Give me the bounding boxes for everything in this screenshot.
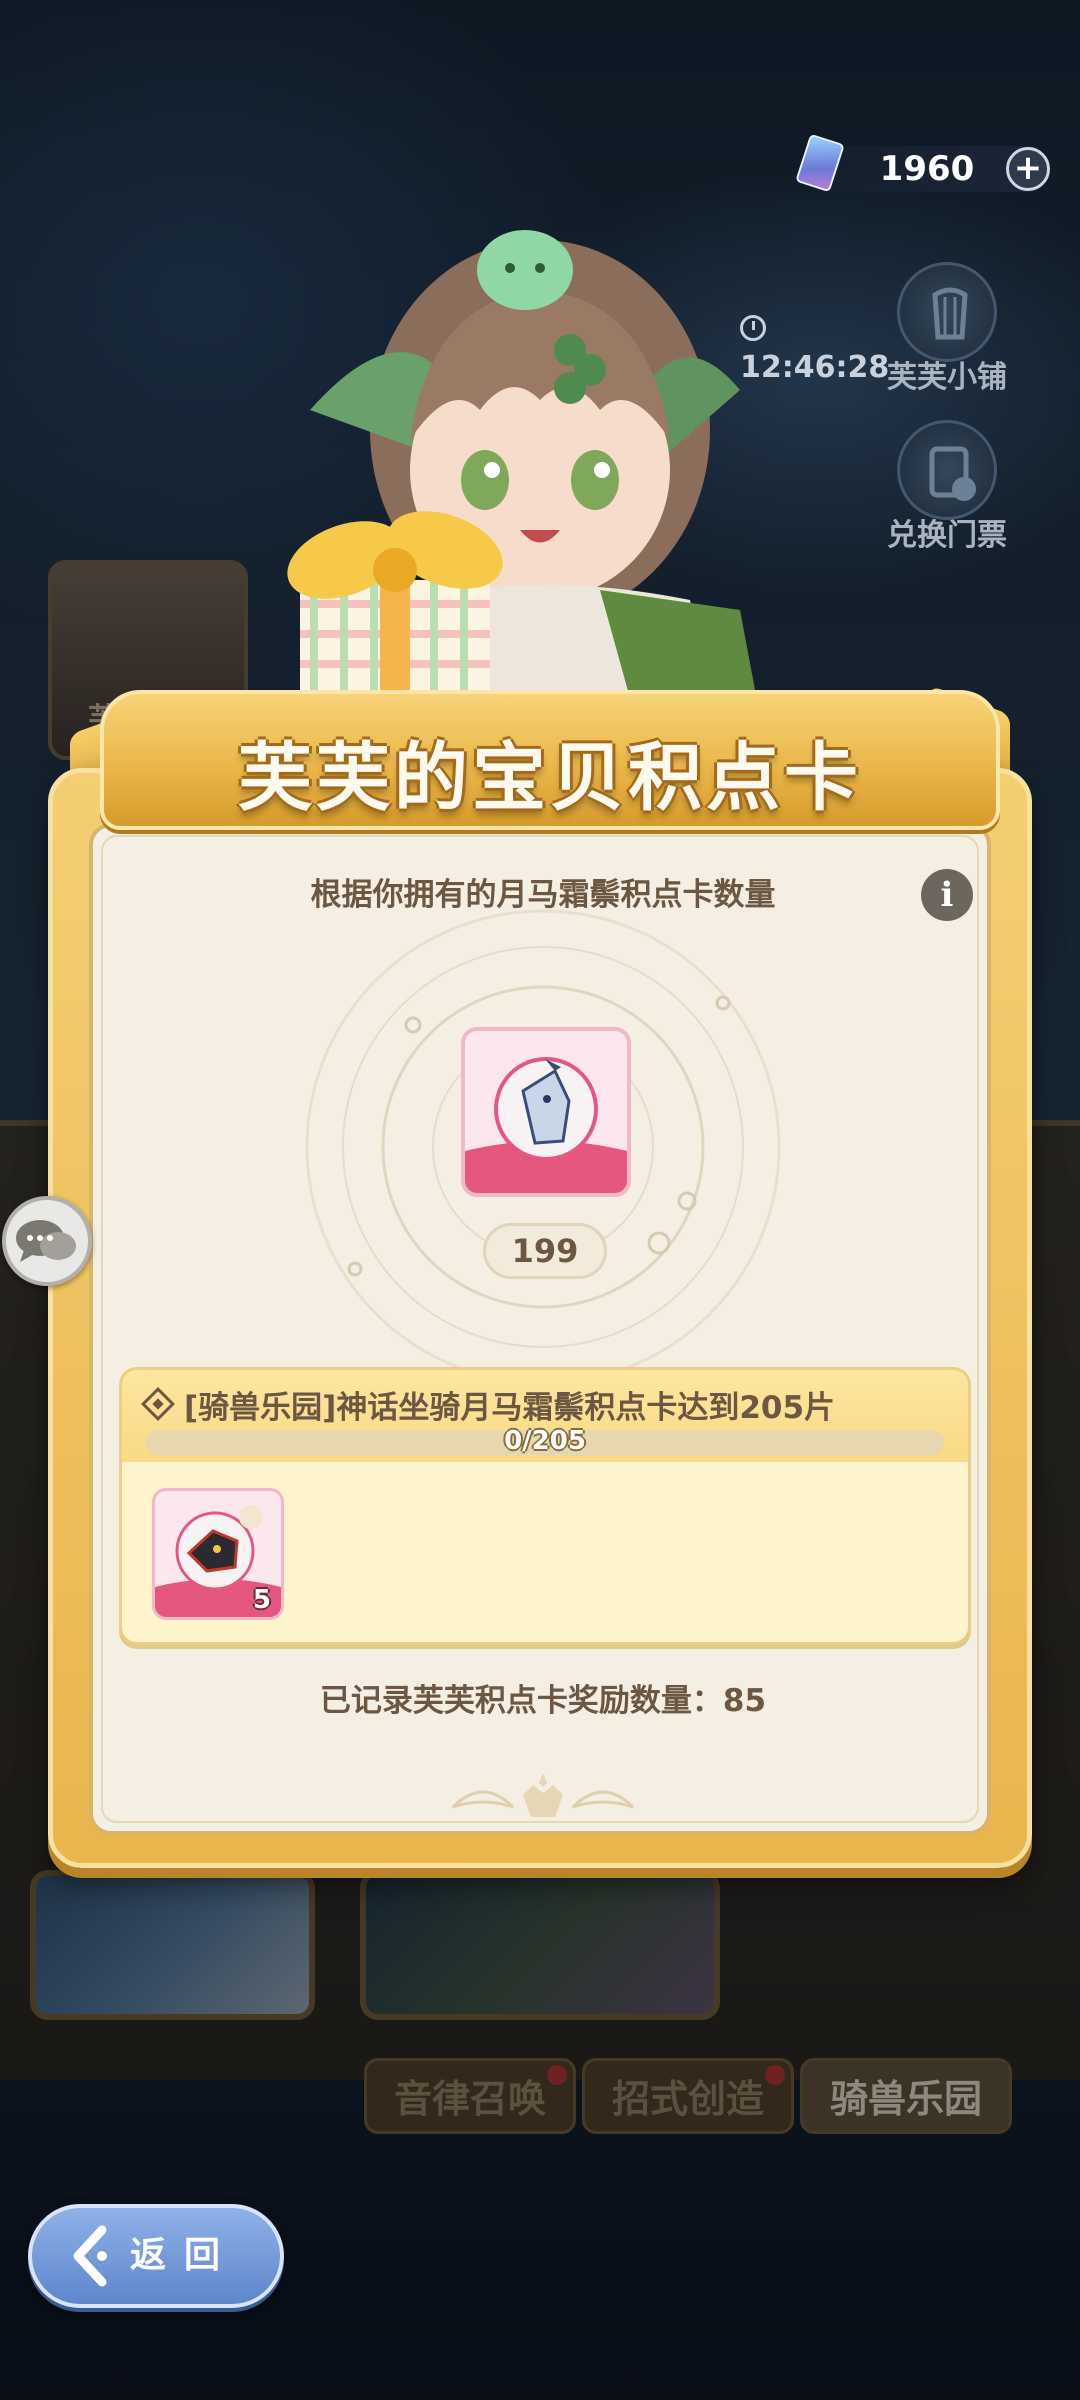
reward-count: 5 — [252, 1585, 271, 1615]
bottom-ornament — [451, 1773, 635, 1817]
info-icon[interactable]: i — [921, 869, 973, 921]
task-header: [骑兽乐园]神话坐骑月马霜鬃积点卡达到205片 0/205 — [122, 1370, 968, 1462]
task-panel: [骑兽乐园]神话坐骑月马霜鬃积点卡达到205片 0/205 5 — [119, 1367, 971, 1645]
back-arrow-icon — [73, 2225, 107, 2287]
diamond-icon — [141, 1387, 175, 1421]
ticket-cart-icon — [897, 420, 997, 520]
chat-bubble-icon — [16, 1220, 76, 1262]
harp-icon — [897, 262, 997, 362]
exchange-ticket-button[interactable]: 兑换门票 — [872, 420, 1022, 554]
card-title: 芙芙的宝贝积点卡 — [238, 735, 862, 821]
chat-button[interactable] — [2, 1196, 92, 1286]
task-description: [骑兽乐园]神话坐骑月马霜鬃积点卡达到205片 — [184, 1390, 836, 1426]
points-card-dialog: 根据你拥有的月马霜鬃积点卡数量 i 199 [骑兽乐园]神话坐骑月马霜鬃积点卡达… — [48, 768, 1032, 1868]
owned-count: 199 — [483, 1223, 607, 1279]
task-progress-text: 0/205 — [504, 1426, 586, 1456]
card-content-panel: 根据你拥有的月马霜鬃积点卡数量 i 199 [骑兽乐园]神话坐骑月马霜鬃积点卡达… — [89, 823, 991, 1835]
back-button[interactable]: 返回 — [28, 2204, 284, 2308]
currency-display: 1960 + — [795, 133, 1050, 193]
recorded-reward-count: 已记录芙芙积点卡奖励数量：85 — [319, 1683, 767, 1719]
reward-item-icon[interactable]: 5 — [152, 1488, 284, 1620]
currency-amount: 1960 — [879, 149, 975, 189]
add-currency-button[interactable]: + — [1006, 147, 1050, 191]
shop-button[interactable]: 芙芙小铺 — [872, 262, 1022, 396]
back-label: 返回 — [130, 2235, 239, 2276]
character-illustration — [270, 170, 790, 770]
frost-mane-card-icon[interactable] — [461, 1027, 631, 1197]
